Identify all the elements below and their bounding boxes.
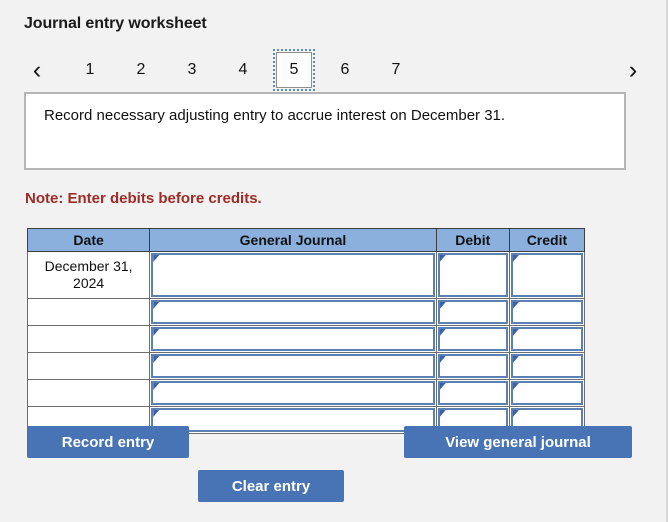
tab-1[interactable]: 1 [72,52,108,88]
credit-input[interactable] [510,327,583,351]
journal-entry-table: Date General Journal Debit Credit Decemb… [26,228,586,434]
page-title: Journal entry worksheet [24,15,207,32]
debit-input[interactable] [437,381,508,405]
general-journal-input[interactable] [151,253,435,297]
general-journal-input[interactable] [151,300,435,324]
credit-input[interactable] [510,300,583,324]
table-row [26,325,586,353]
worksheet-pager: ‹ 1 2 3 4 5 6 7 › [24,49,646,91]
credit-input[interactable] [510,253,583,297]
credit-input-cell[interactable] [508,325,586,353]
date-cell [26,352,151,380]
debit-input[interactable] [437,253,508,297]
credit-input[interactable] [510,354,583,378]
credit-input-cell[interactable] [508,379,586,407]
tab-5[interactable]: 5 [273,49,315,91]
general-journal-input[interactable] [151,408,435,432]
date-cell: December 31, 2024 [26,251,151,299]
general-journal-input-cell[interactable] [149,251,437,299]
instruction-text: Record necessary adjusting entry to accr… [44,107,506,124]
debit-input-cell[interactable] [435,352,510,380]
table-header-row: Date General Journal Debit Credit [26,228,586,252]
date-cell [26,325,151,353]
general-journal-input[interactable] [151,381,435,405]
credit-input-cell[interactable] [508,251,586,299]
general-journal-input-cell[interactable] [149,298,437,326]
debit-input[interactable] [437,300,508,324]
tab-6[interactable]: 6 [327,52,363,88]
record-entry-button[interactable]: Record entry [27,426,189,458]
column-header-date: Date [26,228,151,252]
general-journal-input-cell[interactable] [149,352,437,380]
debits-before-credits-note: Note: Enter debits before credits. [25,190,262,207]
debit-input-cell[interactable] [435,251,510,299]
credit-input-cell[interactable] [508,298,586,326]
clear-entry-button[interactable]: Clear entry [198,470,344,502]
general-journal-input-cell[interactable] [149,325,437,353]
debit-input[interactable] [437,327,508,351]
column-header-general-journal: General Journal [149,228,437,252]
table-row [26,298,586,326]
date-cell [26,298,151,326]
table-row [26,379,586,407]
date-cell [26,379,151,407]
general-journal-input[interactable] [151,327,435,351]
debit-input-cell[interactable] [435,298,510,326]
debit-input-cell[interactable] [435,325,510,353]
credit-input[interactable] [510,381,583,405]
general-journal-input[interactable] [151,354,435,378]
chevron-left-icon[interactable]: ‹ [24,50,50,90]
chevron-right-icon[interactable]: › [620,50,646,90]
general-journal-input-cell[interactable] [149,406,437,434]
column-header-credit: Credit [508,228,586,252]
tab-4[interactable]: 4 [225,52,261,88]
tab-3[interactable]: 3 [174,52,210,88]
debit-input[interactable] [437,354,508,378]
table-row: December 31, 2024 [26,251,586,299]
credit-input-cell[interactable] [508,352,586,380]
instruction-panel: Record necessary adjusting entry to accr… [24,92,626,170]
tab-7[interactable]: 7 [378,52,414,88]
table-row [26,352,586,380]
view-general-journal-button[interactable]: View general journal [404,426,632,458]
general-journal-input-cell[interactable] [149,379,437,407]
debit-input-cell[interactable] [435,379,510,407]
tab-2[interactable]: 2 [123,52,159,88]
column-header-debit: Debit [435,228,510,252]
